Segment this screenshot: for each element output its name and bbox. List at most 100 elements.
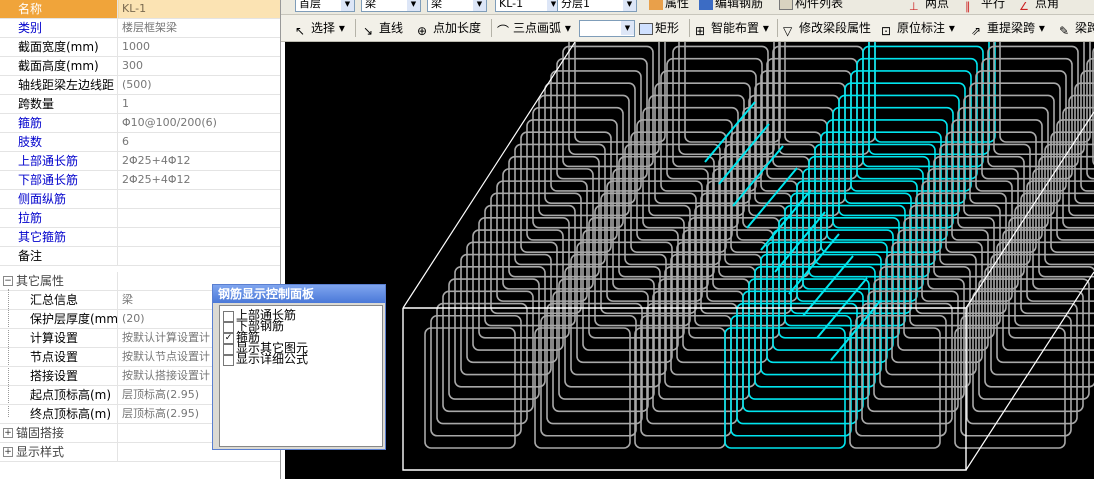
property-label: 上部通长筋 xyxy=(0,152,118,170)
property-value[interactable] xyxy=(119,228,280,246)
rect-button[interactable]: 矩形 xyxy=(639,18,679,38)
rebar-icon xyxy=(699,0,713,10)
property-name-value[interactable]: KL-1 xyxy=(119,0,280,18)
separator xyxy=(491,19,492,37)
property-row[interactable]: 箍筋 Φ10@100/200(6) xyxy=(0,114,280,133)
two-points-icon: ⊥ xyxy=(909,0,919,13)
property-label: 计算设置 xyxy=(0,329,118,347)
property-value[interactable] xyxy=(119,247,280,265)
stirrup xyxy=(502,168,594,290)
properties-icon xyxy=(649,0,663,10)
select-button[interactable]: ↖ 选择 ▾ xyxy=(295,18,345,38)
property-value[interactable] xyxy=(119,190,280,208)
modify-span-button[interactable]: ▽ 修改梁段属性 xyxy=(783,18,871,38)
property-row[interactable]: 上部通长筋 2Φ25+4Φ12 xyxy=(0,152,280,171)
line-icon: ↘ xyxy=(363,24,374,38)
property-row[interactable]: 肢数 6 xyxy=(0,133,280,152)
property-value[interactable]: (500) xyxy=(119,76,280,94)
separator xyxy=(355,19,356,37)
redo-span-button[interactable]: ⇗ 重提梁跨 ▾ xyxy=(971,18,1045,38)
stirrup xyxy=(490,192,582,315)
modify-icon: ▽ xyxy=(783,24,793,38)
annotate-icon: ⊡ xyxy=(881,24,892,38)
type-select[interactable]: 梁 ▼ xyxy=(427,0,487,12)
property-row[interactable]: 跨数量 1 xyxy=(0,95,280,114)
rectangle-icon xyxy=(639,23,653,35)
rebar-display-panel[interactable]: 钢筋显示控制面板 上部通长筋 下部钢筋 ✓ 箍筋 显示其它图元 显示详细公式 xyxy=(212,284,386,450)
group-label: 其它属性 xyxy=(0,272,118,290)
panel-checkbox-row[interactable]: 显示详细公式 xyxy=(220,352,380,366)
property-value[interactable]: 2Φ25+4Φ12 xyxy=(119,171,280,189)
property-label: 起点顶标高(m) xyxy=(0,386,118,404)
member-list-button[interactable]: 构件列表 xyxy=(779,0,843,13)
property-row[interactable]: 类别 楼层框架梁 xyxy=(0,19,280,38)
stirrup xyxy=(987,45,1079,168)
property-value[interactable]: 2Φ25+4Φ12 xyxy=(119,152,280,170)
property-row[interactable]: 备注 xyxy=(0,247,280,266)
property-value[interactable] xyxy=(119,209,280,227)
drawing-toolbar: ↖ 选择 ▾ ↘ 直线 ⊕ 点加长度 ⌒ 三点画弧 ▾ ▼ 矩形 ⊞ 智能布置 ▾ ▽ 修改… xyxy=(281,15,1094,42)
line-button[interactable]: ↘ 直线 xyxy=(363,18,403,38)
property-label: 拉筋 xyxy=(0,209,118,227)
dropdown-icon: ▼ xyxy=(623,0,636,11)
property-row[interactable]: 其它箍筋 xyxy=(0,228,280,247)
stirrup xyxy=(556,57,648,180)
layer-select[interactable]: 分层1 ▼ xyxy=(557,0,637,12)
dropdown-icon: ▼ xyxy=(473,0,486,11)
checkbox-label: 显示详细公式 xyxy=(236,352,309,366)
property-value[interactable]: 300 xyxy=(119,57,280,75)
property-label: 跨数量 xyxy=(0,95,118,113)
stirrup xyxy=(1002,229,1094,351)
separator xyxy=(689,19,690,37)
property-row[interactable]: 截面宽度(mm) 1000 xyxy=(0,38,280,57)
stirrup xyxy=(544,82,636,205)
arc-button[interactable]: ⌒ 三点画弧 ▾ xyxy=(497,18,571,38)
property-label: 肢数 xyxy=(0,133,118,151)
group-label: 锚固搭接 xyxy=(0,424,118,442)
checkbox[interactable] xyxy=(223,355,234,366)
stirrup xyxy=(550,70,642,192)
point-length-button[interactable]: ⊕ 点加长度 xyxy=(417,18,481,38)
floor-select[interactable]: 首层 ▼ xyxy=(295,0,355,12)
parallel-button[interactable]: ∥ 平行 xyxy=(965,0,1005,13)
property-row[interactable]: 拉筋 xyxy=(0,209,280,228)
list-icon xyxy=(779,0,793,10)
point-angle-button[interactable]: ∠ 点角 xyxy=(1019,0,1059,13)
member-select[interactable]: KL-1 ▼ xyxy=(495,0,561,12)
arc-icon: ⌒ xyxy=(497,24,510,38)
property-name-label: 名称 xyxy=(0,0,118,18)
category-select[interactable]: 梁 ▼ xyxy=(361,0,421,12)
beam-span-button[interactable]: ✎梁跨 xyxy=(1059,18,1094,38)
property-value[interactable]: 1000 xyxy=(119,38,280,56)
dropdown-icon: ▼ xyxy=(341,0,354,11)
property-value[interactable]: 楼层框架梁 xyxy=(119,19,280,37)
3d-view[interactable] xyxy=(285,42,1094,479)
property-row-name[interactable]: 名称 KL-1 xyxy=(0,0,280,19)
property-value[interactable]: 6 xyxy=(119,133,280,151)
properties-button[interactable]: 属性 xyxy=(649,0,689,13)
stirrup xyxy=(478,217,570,339)
edit-rebar-button[interactable]: 编辑钢筋 xyxy=(699,0,763,13)
stirrup xyxy=(430,314,522,437)
property-row[interactable]: 侧面纵筋 xyxy=(0,190,280,209)
property-label: 箍筋 xyxy=(0,114,118,132)
stirrup xyxy=(442,290,534,413)
stirrup xyxy=(520,131,612,253)
rebar-3d-scene[interactable] xyxy=(285,42,1094,479)
annotate-button[interactable]: ⊡ 原位标注 ▾ xyxy=(881,18,955,38)
property-row[interactable]: 轴线距梁左边线距 (500) xyxy=(0,76,280,95)
property-value[interactable]: 1 xyxy=(119,95,280,113)
stirrup xyxy=(574,42,666,143)
property-row[interactable]: 下部通长筋 2Φ25+4Φ12 xyxy=(0,171,280,190)
property-value[interactable]: Φ10@100/200(6) xyxy=(119,114,280,132)
stirrup xyxy=(460,253,552,376)
stirrup xyxy=(538,94,630,217)
dropdown-icon: ▼ xyxy=(621,21,634,35)
property-row[interactable]: 截面高度(mm) 300 xyxy=(0,57,280,76)
property-label: 终点顶标高(m) xyxy=(0,405,118,423)
redo-span-icon: ⇗ xyxy=(971,24,982,38)
smart-layout-button[interactable]: ⊞ 智能布置 ▾ xyxy=(695,18,769,38)
two-points-button[interactable]: ⊥ 两点 xyxy=(909,0,949,13)
panel-title[interactable]: 钢筋显示控制面板 xyxy=(213,285,385,303)
shape-select[interactable]: ▼ xyxy=(579,20,635,37)
